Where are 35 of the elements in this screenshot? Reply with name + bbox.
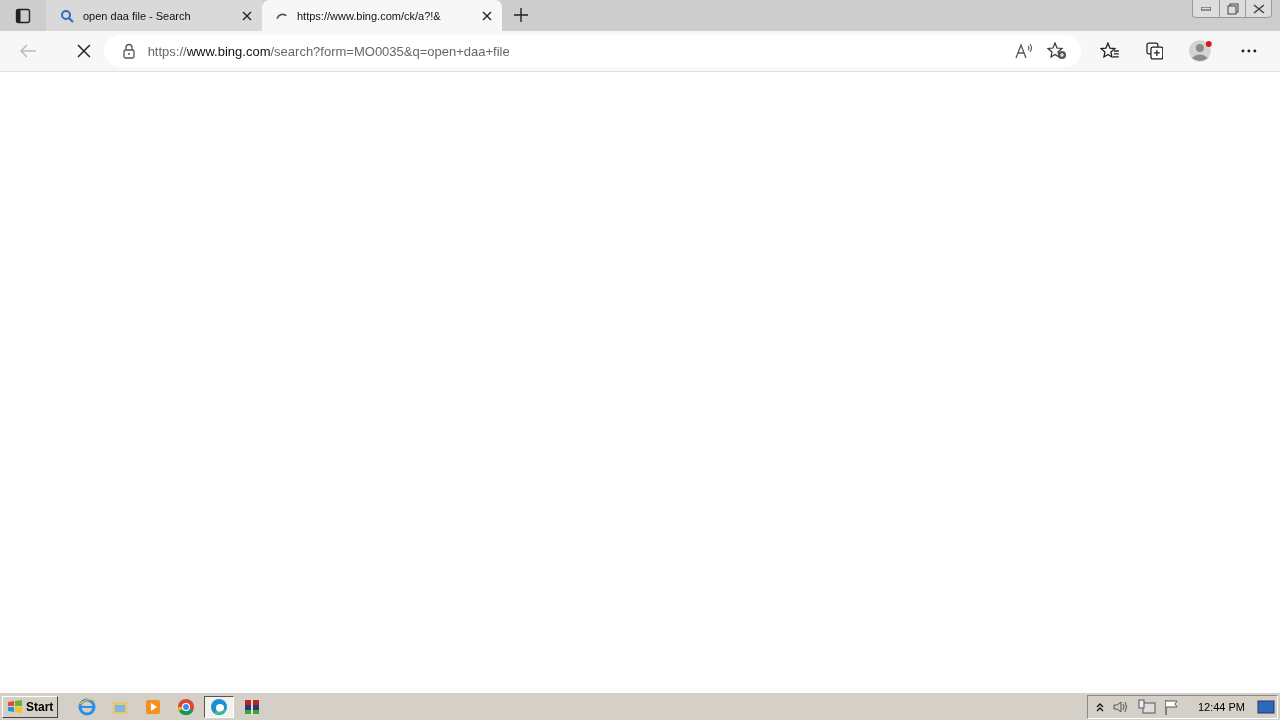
close-icon [1252,3,1265,14]
chrome-icon [177,697,196,716]
add-favorite-icon[interactable] [1046,42,1067,60]
archive-icon [243,697,262,716]
close-tab-icon[interactable] [482,10,492,21]
browser-tab[interactable]: open daa file - Search [46,0,262,31]
clock[interactable]: 12:44 PM [1197,700,1245,713]
stop-icon[interactable] [76,44,91,58]
close-tab-icon[interactable] [242,10,252,21]
flag-icon[interactable] [1163,698,1180,715]
taskbar-app-button[interactable] [204,695,235,718]
edge-icon [210,697,229,716]
more-icon[interactable] [1241,49,1257,53]
speaker-icon[interactable] [1111,698,1130,715]
media-player-icon [144,697,163,716]
tab-actions-icon [15,7,31,24]
url-text: https://www.bing.com/search?form=MO0035&q=open+daa+file [147,43,510,59]
address-bar[interactable]: https://www.bing.com/search?form=MO0035&q=open+daa+file [103,35,1081,67]
read-aloud-icon[interactable] [1014,43,1035,59]
tab-title: https://www.bing.com/ck/a?!& [297,9,442,22]
minimize-icon [1201,6,1211,11]
favorites-icon[interactable] [1099,42,1120,60]
new-tab-icon[interactable] [514,8,528,22]
lock-icon [121,43,136,59]
show-desktop-icon[interactable] [1257,699,1275,714]
tab-title: open daa file - Search [83,9,192,22]
collections-icon[interactable] [1145,42,1164,60]
start-button[interactable]: Start [2,695,59,718]
network-icon[interactable] [1137,698,1156,715]
loading-spinner-icon [276,12,288,19]
show-hidden-icons-icon[interactable] [1095,701,1104,712]
search-icon [60,8,74,23]
windows-logo-icon [7,699,23,714]
internet-explorer-icon [78,697,97,716]
browser-tab[interactable]: https://www.bing.com/ck/a?!& [262,0,502,31]
